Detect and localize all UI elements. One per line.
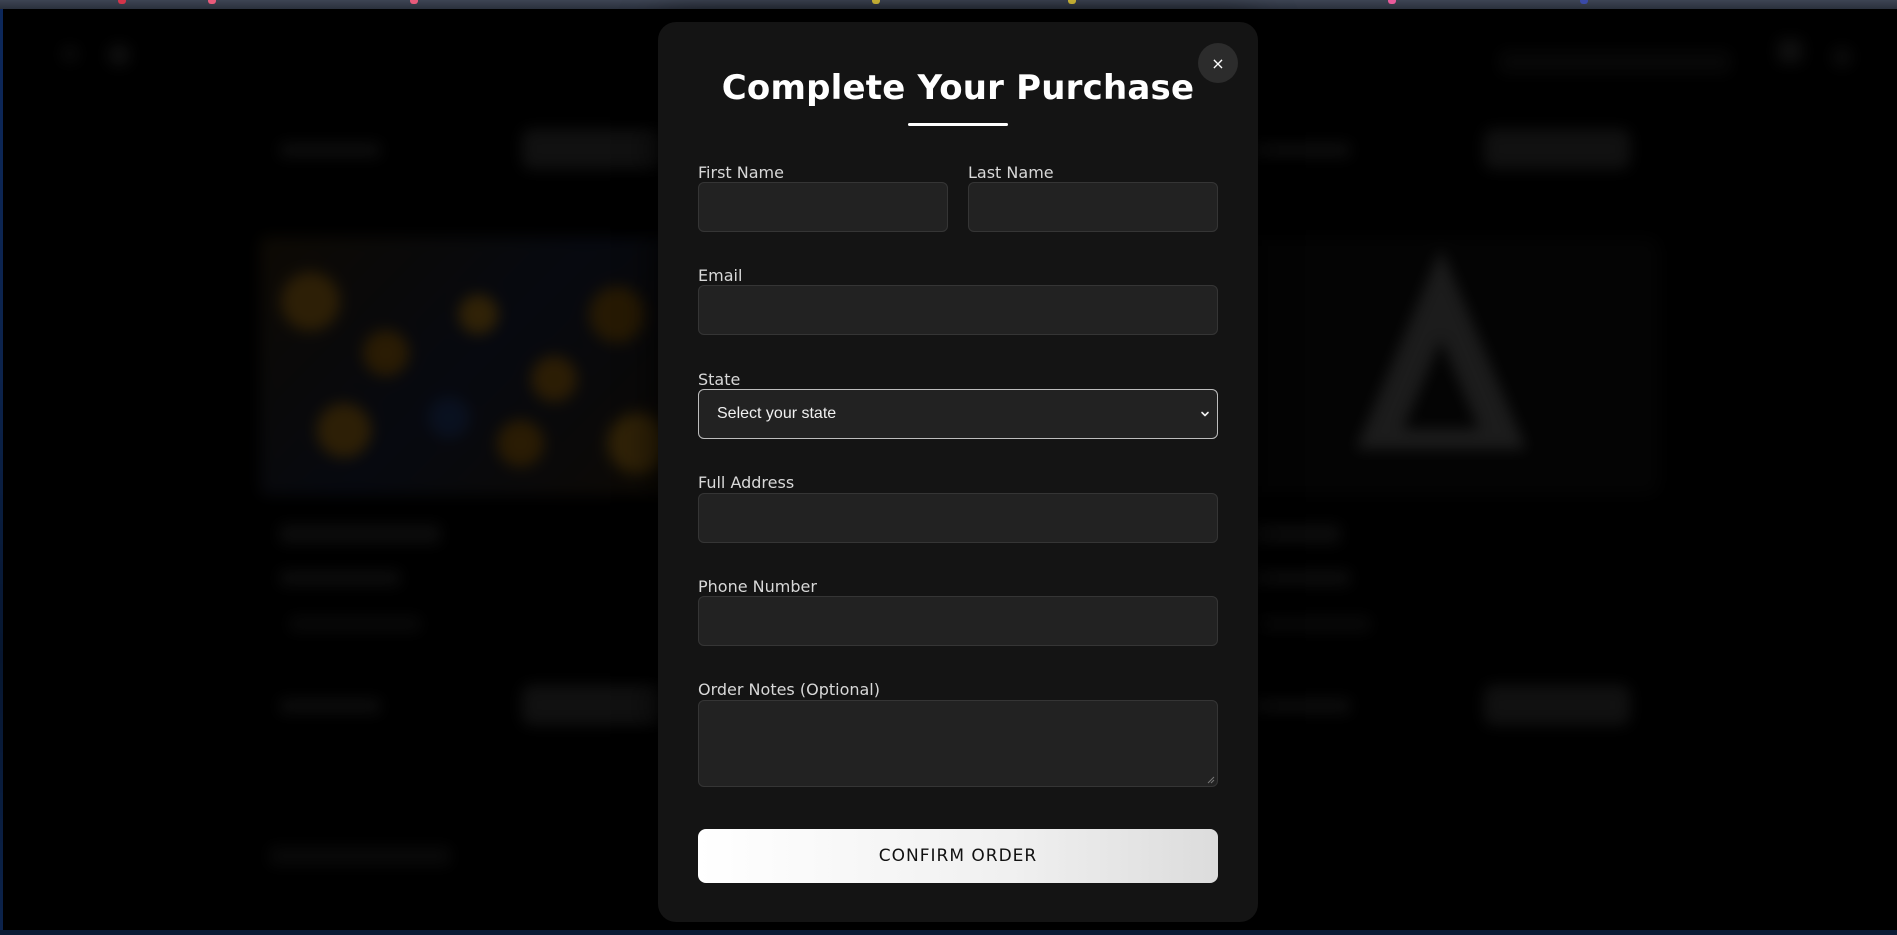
purchase-modal: × Complete Your Purchase First Name Last…: [658, 22, 1258, 922]
last-name-input[interactable]: [968, 182, 1218, 232]
order-notes-label: Order Notes (Optional): [698, 680, 880, 699]
state-select[interactable]: Select your state: [698, 389, 1218, 439]
app-window: × Complete Your Purchase First Name Last…: [0, 0, 1897, 935]
email-label: Email: [698, 266, 743, 285]
chevron-down-icon: [1201, 411, 1209, 417]
tab-favicon: [410, 0, 418, 4]
title-underline: [908, 123, 1008, 126]
first-name-label: First Name: [698, 163, 784, 182]
browser-tab-strip: [0, 0, 1897, 9]
confirm-order-button[interactable]: CONFIRM ORDER: [698, 829, 1218, 883]
address-input[interactable]: [698, 493, 1218, 543]
tab-favicon: [118, 0, 126, 4]
phone-label: Phone Number: [698, 577, 817, 596]
state-select-value: Select your state: [717, 405, 837, 422]
first-name-input[interactable]: [698, 182, 948, 232]
tab-favicon: [1068, 0, 1076, 4]
address-label: Full Address: [698, 473, 795, 492]
email-input[interactable]: [698, 285, 1218, 335]
tab-favicon: [208, 0, 216, 4]
modal-title: Complete Your Purchase: [721, 68, 1195, 108]
tab-favicon: [1580, 0, 1588, 4]
tab-favicon: [872, 0, 880, 4]
tab-favicon: [1388, 0, 1396, 4]
phone-input[interactable]: [698, 596, 1218, 646]
last-name-label: Last Name: [968, 163, 1054, 182]
window-edge: [0, 930, 1897, 935]
order-notes-textarea[interactable]: [698, 700, 1218, 787]
state-label: State: [698, 370, 741, 389]
resize-grip-icon[interactable]: [1207, 776, 1215, 784]
